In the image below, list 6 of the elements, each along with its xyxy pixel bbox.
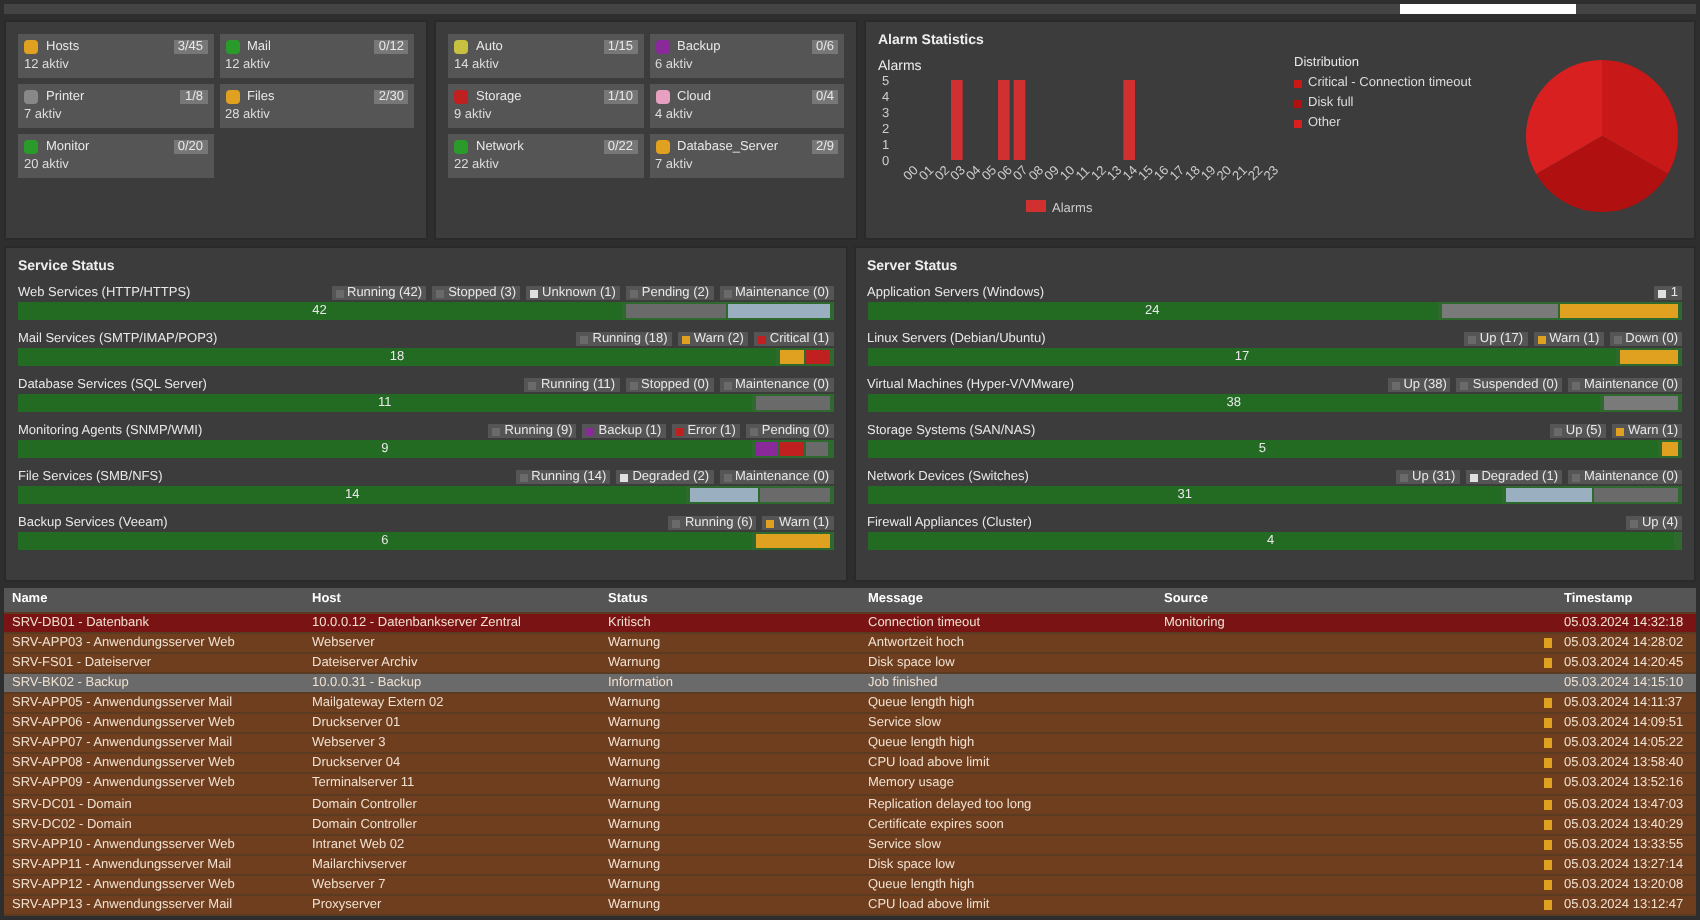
legend-swatch — [1026, 200, 1046, 212]
search-field[interactable] — [1400, 4, 1576, 14]
bar — [1013, 80, 1026, 160]
bar — [1123, 80, 1135, 160]
bar — [951, 80, 963, 160]
bar — [998, 80, 1010, 160]
